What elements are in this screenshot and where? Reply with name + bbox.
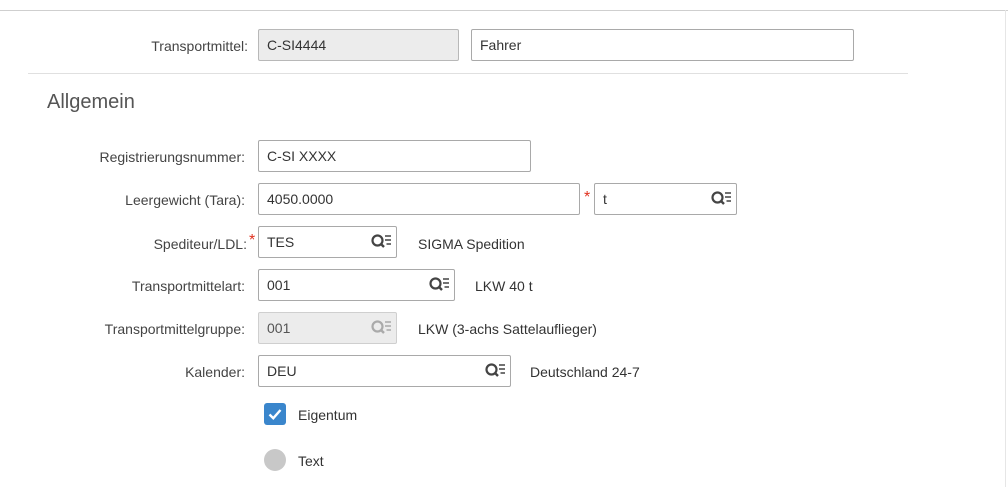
value-help-icon[interactable] <box>483 360 507 382</box>
text-radio[interactable] <box>264 449 286 471</box>
value-help-icon[interactable] <box>369 231 393 253</box>
calendar-label: Kalender: <box>185 364 245 380</box>
vehicle-type-input[interactable]: 001 <box>258 269 455 301</box>
transport-id-field[interactable]: C-SI4444 <box>258 29 459 61</box>
unit-input[interactable]: t <box>594 183 737 215</box>
value-help-icon <box>369 317 393 339</box>
carrier-description: SIGMA Spedition <box>418 236 525 252</box>
section-title: Allgemein <box>47 91 135 113</box>
value-help-icon[interactable] <box>427 274 451 296</box>
vehicle-group-input: 001 <box>258 312 397 344</box>
registration-input[interactable]: C-SI XXXX <box>258 140 531 172</box>
tare-input[interactable]: 4050.0000 <box>258 183 580 215</box>
tare-label: Leergewicht (Tara): <box>125 192 245 208</box>
unit-required-marker: * <box>584 189 591 206</box>
text-label: Text <box>298 453 324 469</box>
vehicle-group-label: Transportmittelgruppe: <box>104 321 245 337</box>
vehicle-group-description: LKW (3-achs Sattelauflieger) <box>418 321 597 337</box>
vehicle-group-value: 001 <box>267 320 291 336</box>
top-divider <box>0 10 1008 11</box>
calendar-input[interactable]: DEU <box>258 355 511 387</box>
vehicle-type-value: 001 <box>267 277 291 293</box>
right-divider <box>1005 10 1006 487</box>
ownership-label: Eigentum <box>298 407 358 423</box>
vehicle-type-label: Transportmittelart: <box>131 278 245 294</box>
calendar-value: DEU <box>267 363 297 379</box>
vehicle-type-description: LKW 40 t <box>475 278 533 294</box>
unit-value: t <box>603 191 607 207</box>
value-help-icon[interactable] <box>709 188 733 210</box>
driver-field[interactable]: Fahrer <box>471 29 854 61</box>
carrier-label: Spediteur/LDL: <box>153 236 247 252</box>
transport-label: Transportmittel: <box>151 38 248 54</box>
calendar-description: Deutschland 24-7 <box>530 364 640 380</box>
carrier-input[interactable]: TES <box>258 226 397 258</box>
registration-label: Registrierungsnummer: <box>99 149 246 165</box>
carrier-value: TES <box>267 234 295 250</box>
carrier-required-marker: * <box>249 232 256 249</box>
checkmark-icon <box>268 409 282 420</box>
section-divider <box>28 73 908 74</box>
ownership-checkbox[interactable] <box>264 403 286 425</box>
